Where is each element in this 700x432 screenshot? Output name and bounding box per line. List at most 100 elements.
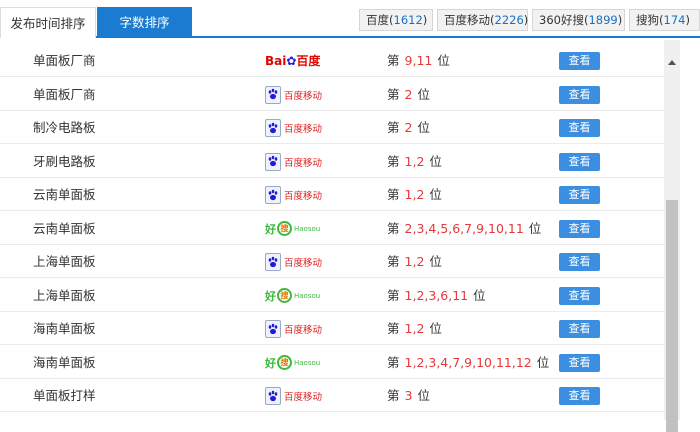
page: 发布时间排序 字数排序 百度(1612) 百度移动(2226) 360好搜(18… [0,0,700,432]
haosou-logo-icon: 好搜 Haosou [265,285,325,307]
rank-prefix: 第 [387,86,400,102]
baidu-paw-icon [265,85,281,104]
baidu-mobile-logo-icon: 百度移动 [265,318,325,340]
baidu-mobile-logo-text: 百度移动 [284,124,323,135]
rank-cell: 第 1,2 位 [387,245,442,278]
engine-logo: 百度移动 [265,117,325,139]
engine-tab-name: 360好搜 [539,13,584,27]
engine-tab-name: 百度 [366,13,389,27]
baidu-mobile-logo-icon: 百度移动 [265,184,325,206]
baidu-paw-icon [265,253,281,271]
engine-tab-baidu[interactable]: 百度(1612) [359,9,433,31]
table-row: 云南单面板好搜 Haosou 第 2,3,4,5,6,7,9,10,11 位查看 [0,212,664,245]
haosou-logo-text: 好 [265,356,276,370]
rank-positions: 1,2 [404,254,425,269]
rank-suffix: 位 [429,254,442,269]
scroll-up-arrow-icon[interactable] [668,60,676,65]
view-button[interactable]: 查看 [559,219,600,238]
engine-tab-name: 百度移动 [444,13,490,27]
baidu-paw-icon: ✿ [286,54,297,68]
rank-prefix: 第 [387,254,400,269]
rank-suffix: 位 [429,153,442,169]
engine-logo: Bai✿百度 [265,50,325,72]
rank-prefix: 第 [387,153,400,169]
haosou-logo-text: Haosou [294,224,321,233]
haosou-logo-text: Haosou [294,358,321,367]
rank-cell: 第 1,2,3,6,11 位 [387,279,486,312]
engine-logo: 好搜 Haosou [265,285,325,307]
rank-prefix: 第 [387,287,400,303]
rank-positions: 2 [404,120,413,135]
rank-prefix: 第 [387,220,400,236]
baidu-mobile-logo-text: 百度移动 [284,325,323,336]
baidu-mobile-logo-text: 百度移动 [284,191,323,202]
view-button[interactable]: 查看 [559,320,600,338]
baidu-mobile-logo-text: 百度移动 [284,157,323,169]
vertical-scrollbar[interactable] [664,40,680,432]
engine-logo: 百度移动 [265,385,325,407]
view-button[interactable]: 查看 [559,286,600,305]
view-button[interactable]: 查看 [559,186,600,204]
rank-prefix: 第 [387,354,400,370]
haosou-logo-text: 好 [265,222,276,236]
rank-positions: 1,2,3,4,7,9,10,11,12 [404,354,532,370]
rank-cell: 第2位 [387,78,430,111]
engine-tab-360[interactable]: 360好搜(1899) [532,9,625,31]
table-row: 云南单面板 百度移动 第 1,2 位 查看 [0,178,664,211]
engine-logo: 好搜 Haosou [265,352,325,374]
view-button[interactable]: 查看 [559,119,600,137]
tab-publish-time[interactable]: 发布时间排序 [0,7,96,38]
view-button[interactable]: 查看 [559,253,600,271]
rank-cell: 第 1,2 位 [387,145,442,178]
rank-suffix: 位 [536,354,550,370]
baidu-paw-icon [265,152,281,171]
keyword-cell: 海南单面板 [33,321,96,336]
scroll-thumb[interactable] [666,200,678,432]
baidu-logo-text: 百度 [296,54,321,68]
keyword-cell: 云南单面板 [33,187,96,202]
rank-suffix: 位 [528,220,542,236]
baidu-mobile-logo-icon: 百度移动 [265,84,325,106]
sort-tab-bar: 发布时间排序 字数排序 百度(1612) 百度移动(2226) 360好搜(18… [0,0,700,38]
table-row: 牙刷电路板 百度移动 第 1,2 位 查看 [0,145,664,178]
rank-positions: 2 [404,86,413,102]
view-button[interactable]: 查看 [559,353,600,372]
baidu-paw-icon [265,387,281,405]
rank-positions: 3 [404,388,413,403]
rank-suffix: 位 [417,120,430,135]
view-button[interactable]: 查看 [559,52,600,70]
tab-word-count[interactable]: 字数排序 [97,7,192,38]
baidu-paw-icon [265,186,281,204]
table-row: 单面板厂商 Bai✿百度 第 9,11 位 查看 [0,44,664,77]
rank-suffix: 位 [473,287,486,303]
engine-tab-count: 174 [663,13,686,27]
engine-tab-count: 1612 [393,13,423,27]
view-button[interactable]: 查看 [559,387,600,405]
engine-logo: 百度移动 [265,151,325,173]
engine-tab-count: 1899 [588,13,618,27]
engine-tab-sogou[interactable]: 搜狗(174) [629,9,700,31]
view-button[interactable]: 查看 [559,85,600,104]
rank-positions: 1,2 [404,187,425,202]
rank-cell: 第 1,2,3,4,7,9,10,11,12 位 [387,346,549,379]
haosou-logo-icon: 好搜 Haosou [265,352,325,374]
rank-positions: 1,2 [404,321,425,336]
baidu-mobile-logo-text: 百度移动 [284,392,323,403]
rank-suffix: 位 [437,53,450,68]
rank-prefix: 第 [387,53,400,68]
keyword-cell: 云南单面板 [33,220,96,236]
rank-cell: 第 1,2 位 [387,178,442,211]
keyword-cell: 牙刷电路板 [33,153,96,169]
baidu-mobile-logo-icon: 百度移动 [265,117,325,139]
table-row: 单面板厂商 百度移动 第 2 位 查看 [0,78,664,111]
view-button[interactable]: 查看 [559,152,600,171]
rank-positions: 2,3,4,5,6,7,9,10,11 [404,220,524,236]
keyword-cell: 单面板厂商 [33,53,96,68]
haosou-search-icon: 搜 [277,288,292,303]
engine-tab-count: 2226 [494,13,524,27]
engine-tab-baidu-mobile[interactable]: 百度移动(2226) [437,9,528,31]
rank-cell: 第 9,11 位 [387,44,450,77]
table-row: 海南单面板 好搜 Haosou 第 1,2,3,4,7,9,10,11,12 位查看 [0,346,664,379]
keyword-cell: 海南单面板 [33,354,96,370]
haosou-logo-text: 好 [265,289,276,303]
